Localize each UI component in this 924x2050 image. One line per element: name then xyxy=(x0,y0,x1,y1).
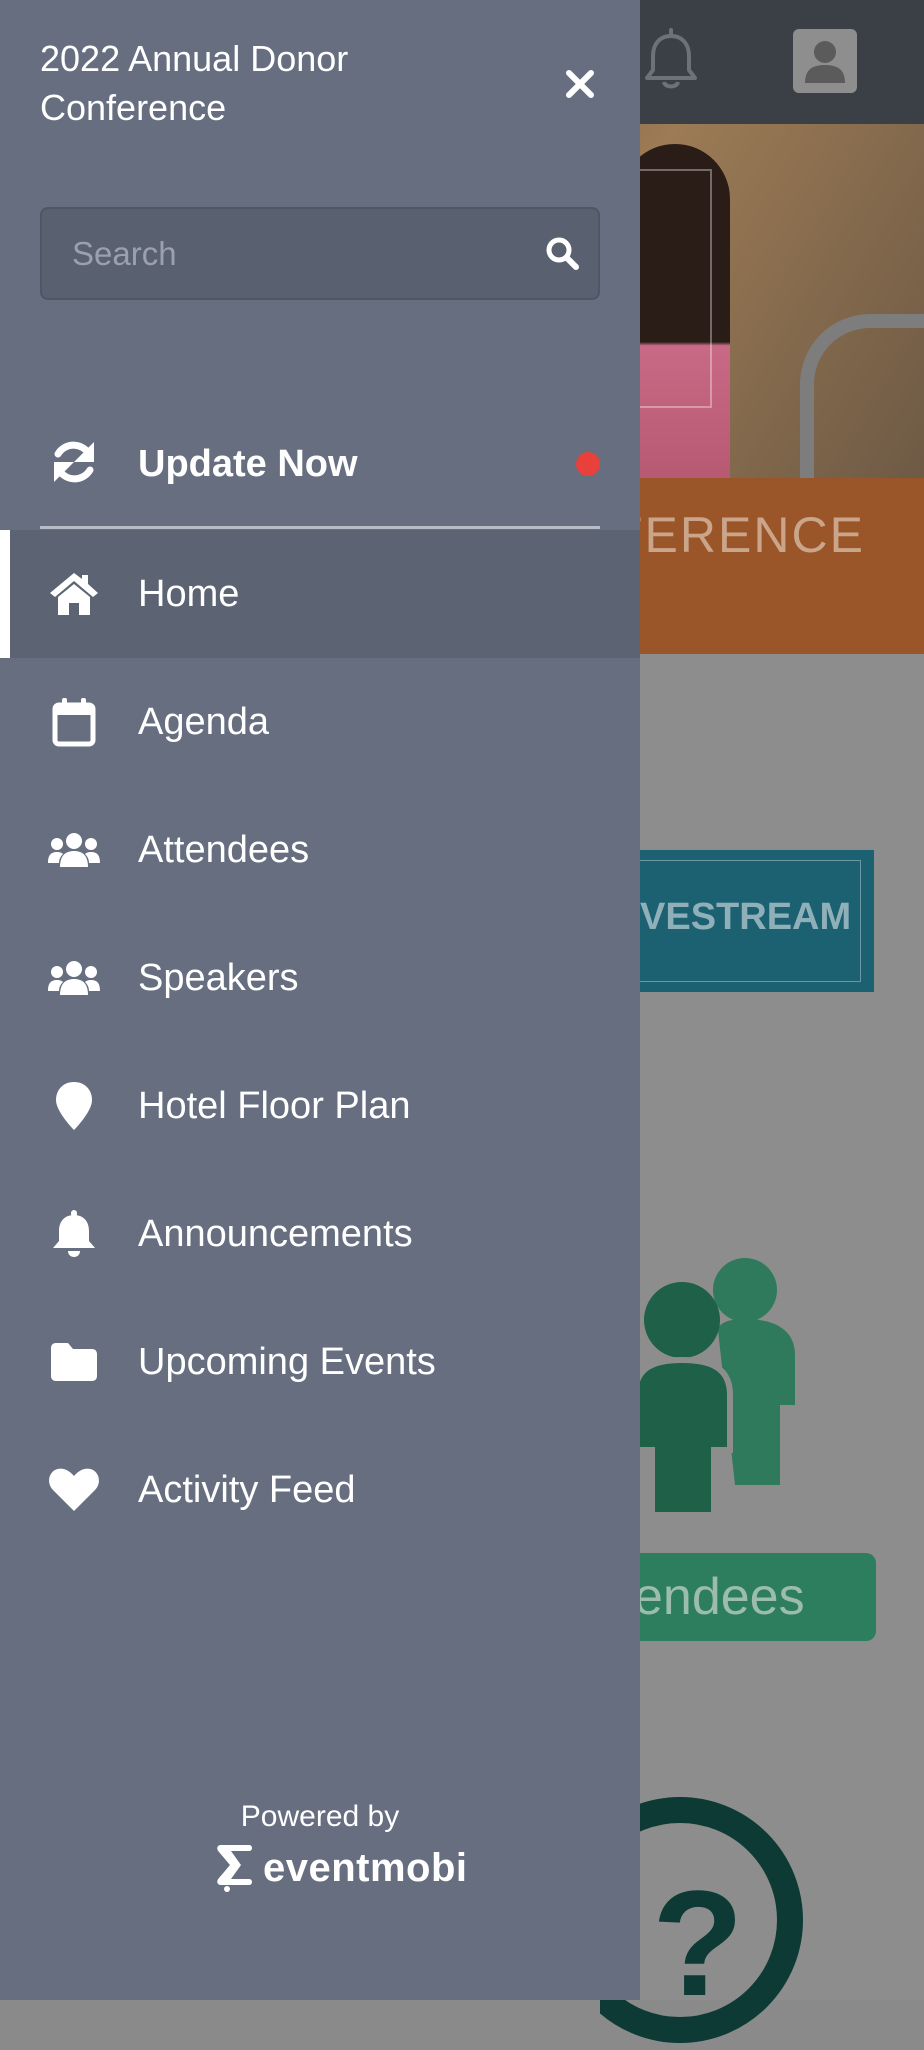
svg-text:?: ? xyxy=(652,1859,744,2027)
nav-item-attendees[interactable]: Attendees xyxy=(0,786,640,914)
event-title: 2022 Annual Donor Conference xyxy=(40,38,349,128)
nav-item-agenda[interactable]: Agenda xyxy=(0,658,640,786)
eventmobi-logo: eventmobi xyxy=(215,1840,468,1896)
search-box xyxy=(40,207,600,300)
navigation-drawer: 2022 Annual Donor Conference Update Now xyxy=(0,0,640,2000)
search-input[interactable] xyxy=(42,209,512,298)
map-pin-icon xyxy=(46,1080,102,1132)
nav-item-activity-feed[interactable]: Activity Feed xyxy=(0,1426,640,1554)
nav-menu: Home Agenda Attendees Speakers Hotel Flo… xyxy=(0,530,640,1554)
attendees-tile-label: endees xyxy=(634,1568,805,1626)
close-drawer-button[interactable] xyxy=(556,60,604,108)
nav-item-speakers[interactable]: Speakers xyxy=(0,914,640,1042)
nav-item-label: Announcements xyxy=(138,1213,413,1255)
banner-text: FERENCE xyxy=(612,507,865,563)
livestream-tile[interactable]: VESTREAM xyxy=(610,850,874,992)
update-now-button[interactable]: Update Now xyxy=(0,410,640,518)
users-icon xyxy=(46,952,102,1004)
livestream-text: VESTREAM xyxy=(640,896,852,938)
powered-by-label: Powered by xyxy=(240,1800,400,1833)
nav-item-home[interactable]: Home xyxy=(0,530,640,658)
home-icon xyxy=(46,568,102,620)
divider xyxy=(40,526,600,529)
heart-icon xyxy=(46,1464,102,1516)
eventmobi-brand-text: eventmobi xyxy=(263,1845,468,1890)
nav-item-label: Home xyxy=(138,573,240,615)
nav-item-label: Speakers xyxy=(138,957,299,999)
nav-item-hotel-floor-plan[interactable]: Hotel Floor Plan xyxy=(0,1042,640,1170)
eventmobi-logo-icon xyxy=(217,1845,252,1892)
folder-icon xyxy=(46,1336,102,1388)
nav-item-label: Hotel Floor Plan xyxy=(138,1085,411,1127)
calendar-icon xyxy=(46,696,102,748)
notifications-bell-icon[interactable] xyxy=(640,28,702,94)
nav-item-label: Agenda xyxy=(138,701,270,743)
search-icon[interactable] xyxy=(544,235,580,271)
update-now-label: Update Now xyxy=(138,443,358,485)
nav-item-label: Attendees xyxy=(138,829,310,871)
users-icon xyxy=(46,824,102,876)
bell-icon xyxy=(46,1208,102,1260)
attendees-tile-button[interactable]: endees xyxy=(610,1553,876,1641)
nav-item-label: Activity Feed xyxy=(138,1469,356,1511)
nav-item-label: Upcoming Events xyxy=(138,1341,436,1383)
hero-wheelchair xyxy=(800,314,924,478)
user-icon xyxy=(805,41,845,83)
attendees-people-icon xyxy=(632,1258,795,1515)
notification-dot xyxy=(576,452,600,476)
nav-item-announcements[interactable]: Announcements xyxy=(0,1170,640,1298)
profile-avatar[interactable] xyxy=(793,29,857,93)
refresh-icon xyxy=(54,441,94,483)
nav-item-upcoming-events[interactable]: Upcoming Events xyxy=(0,1298,640,1426)
close-icon xyxy=(566,70,594,98)
